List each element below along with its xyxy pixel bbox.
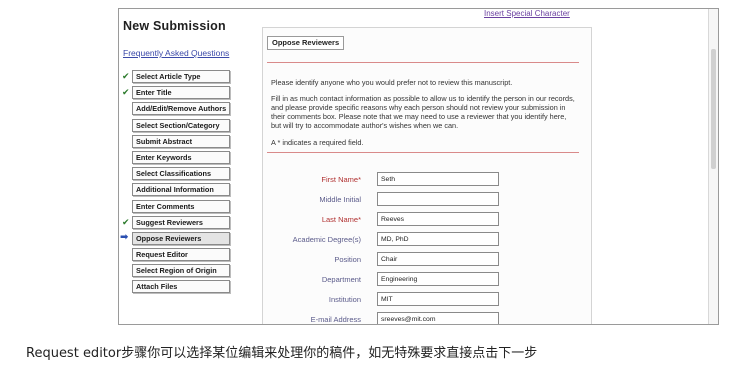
step-button[interactable]: Submit Abstract <box>132 134 230 148</box>
form-row: Department <box>271 272 575 288</box>
scrollbar-thumb[interactable] <box>711 49 716 169</box>
field-input[interactable] <box>377 172 499 186</box>
form-row: First Name* <box>271 172 575 188</box>
field-input[interactable] <box>377 212 499 226</box>
step-item[interactable]: ✔ Suggest Reviewers <box>119 215 234 231</box>
current-step-arrow-icon: ➡ <box>120 231 129 243</box>
step-button[interactable]: Select Region of Origin <box>132 264 230 278</box>
step-item[interactable]: Select Region of Origin <box>119 263 234 279</box>
step-button[interactable]: Attach Files <box>132 280 230 294</box>
step-item[interactable]: Attach Files <box>119 279 234 295</box>
step-item[interactable]: Enter Keywords <box>119 150 234 166</box>
field-label: Department <box>321 275 361 284</box>
form-row: Position <box>271 252 575 268</box>
field-input[interactable] <box>377 252 499 266</box>
step-button[interactable]: Enter Title <box>132 86 230 100</box>
section-divider <box>267 152 579 153</box>
sidebar-title: New Submission <box>123 19 226 33</box>
form-row: Last Name* <box>271 212 575 228</box>
submission-sidebar: New Submission Frequently Asked Question… <box>119 9 234 324</box>
field-input[interactable] <box>377 192 499 206</box>
checkmark-icon: ✔ <box>122 71 130 81</box>
field-label: Academic Degree(s) <box>292 235 361 244</box>
oppose-reviewers-panel: Oppose Reviewers Please identify anyone … <box>262 27 592 324</box>
intro-text: Please identify anyone who you would pre… <box>271 78 513 87</box>
step-item[interactable]: Select Classifications <box>119 166 234 182</box>
step-list: ✔ Select Article Type ✔ Enter Title Add/Edit… <box>119 69 234 296</box>
faq-link[interactable]: Frequently Asked Questions <box>123 48 229 58</box>
step-item[interactable]: Submit Abstract <box>119 134 234 150</box>
caption: Request editor步骤你可以选择某位编辑来处理你的稿件，如无特殊要求直… <box>26 346 538 361</box>
form-row: Middle Initial <box>271 192 575 208</box>
field-label: E-mail Address <box>310 315 361 324</box>
step-button[interactable]: Request Editor <box>132 248 230 262</box>
tab-oppose-reviewers[interactable]: Oppose Reviewers <box>267 36 345 50</box>
step-button[interactable]: Add/Edit/Remove Authors <box>132 102 230 116</box>
checkmark-icon: ✔ <box>122 216 130 227</box>
step-item[interactable]: Additional Information <box>119 182 234 198</box>
field-label: Position <box>334 255 361 264</box>
step-item[interactable]: Select Section/Category <box>119 118 234 134</box>
section-divider <box>267 62 579 63</box>
step-item[interactable]: Enter Comments <box>119 199 234 215</box>
field-input[interactable] <box>377 272 499 286</box>
field-input[interactable] <box>377 312 499 324</box>
field-label: Last Name* <box>321 215 361 224</box>
field-label: Institution <box>328 295 361 304</box>
required-note: A * indicates a required field. <box>271 138 364 147</box>
form-row: Institution <box>271 292 575 308</box>
screenshot-frame: New Submission Frequently Asked Question… <box>118 8 719 325</box>
step-item[interactable]: ✔ Enter Title <box>119 85 234 101</box>
instructions-text: Fill in as much contact information as p… <box>271 94 575 130</box>
step-item[interactable]: Add/Edit/Remove Authors <box>119 101 234 117</box>
step-item[interactable]: ➡ Oppose Reviewers <box>119 231 234 247</box>
form-row: E-mail Address <box>271 312 575 324</box>
field-input[interactable] <box>377 232 499 246</box>
step-button[interactable]: Select Article Type <box>132 70 230 83</box>
step-button[interactable]: Additional Information <box>132 183 230 197</box>
step-button[interactable]: Select Section/Category <box>132 118 230 132</box>
step-button[interactable]: Enter Comments <box>132 199 230 213</box>
field-input[interactable] <box>377 292 499 306</box>
step-item[interactable]: ✔ Select Article Type <box>119 69 234 85</box>
step-item[interactable]: Request Editor <box>119 247 234 263</box>
checkmark-icon: ✔ <box>122 87 130 98</box>
field-label: Middle Initial <box>319 195 361 204</box>
step-button[interactable]: Oppose Reviewers <box>132 231 230 245</box>
insert-special-character-link[interactable]: Insert Special Character <box>484 9 570 18</box>
form-row: Academic Degree(s) <box>271 232 575 248</box>
step-button[interactable]: Select Classifications <box>132 167 230 181</box>
step-button[interactable]: Enter Keywords <box>132 150 230 164</box>
field-label: First Name* <box>321 175 361 184</box>
step-button[interactable]: Suggest Reviewers <box>132 215 230 229</box>
scrollbar[interactable] <box>708 9 718 324</box>
